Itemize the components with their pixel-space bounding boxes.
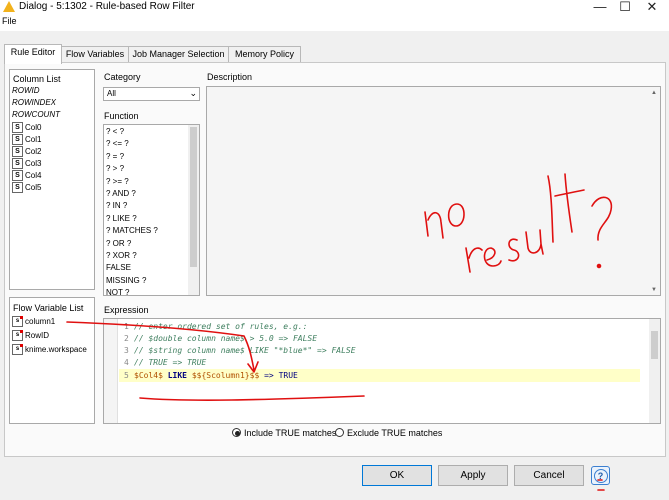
- annotation-overlay: [66, 173, 613, 491]
- handwritten-annotation: [66, 173, 613, 491]
- tab-rule-editor[interactable]: Rule Editor: [4, 44, 62, 64]
